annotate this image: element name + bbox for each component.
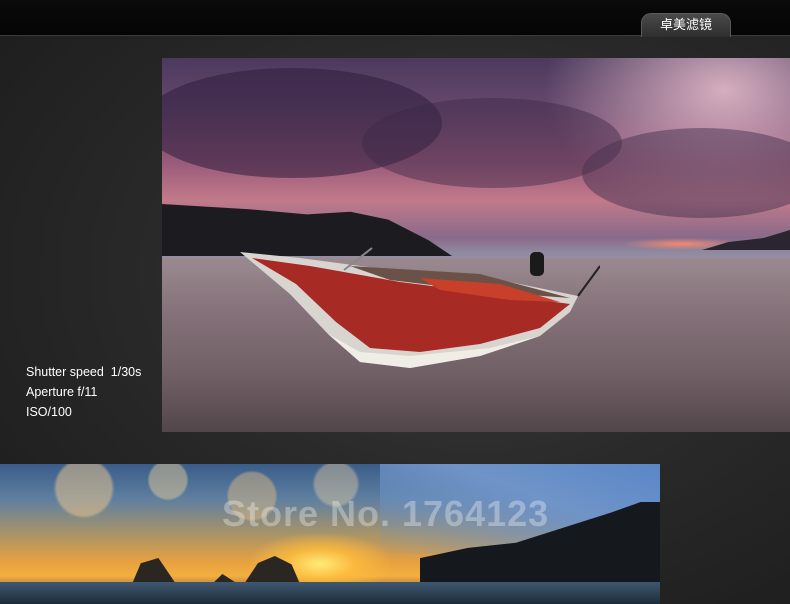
sea-rock [132,558,176,584]
top-bar: 卓美滤镜 [0,0,790,37]
aperture-label: Aperture f/11 [26,385,98,399]
sea-water [0,582,660,604]
shutter-speed-label: Shutter speed 1/30s [26,365,142,379]
boat-image [240,247,600,368]
exif-info: Shutter speed 1/30s Aperture f/11 ISO/10… [26,362,160,422]
iso-label: ISO/100 [26,405,72,419]
store-watermark: Store No. 1764123 [222,493,550,534]
sample-photo-beach-boat [162,58,790,432]
product-page: 卓美滤镜 Shutter speed 1/30s Aperture f/11 I… [0,0,790,604]
brand-tab[interactable]: 卓美滤镜 [641,13,731,37]
outboard-motor [530,252,544,276]
